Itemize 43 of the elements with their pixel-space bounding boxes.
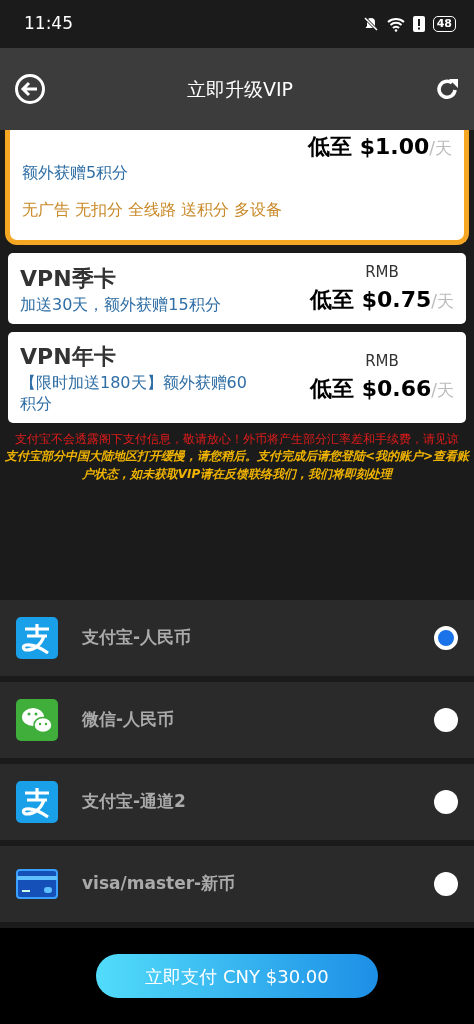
refresh-icon[interactable] xyxy=(434,76,460,102)
payment-option[interactable]: 支付宝-通道2 xyxy=(0,764,474,840)
plan-description: 加送30天，额外获赠15积分 xyxy=(20,294,221,316)
payment-option[interactable]: visa/master-新币 xyxy=(0,846,474,922)
radio-button[interactable] xyxy=(434,626,458,650)
radio-button[interactable] xyxy=(434,872,458,896)
payment-logo-icon xyxy=(16,781,58,823)
chat-bubbles-icon xyxy=(16,699,58,741)
credit-card-icon xyxy=(16,869,58,899)
payment-logo-icon xyxy=(16,617,58,659)
plan-price: 低至 $1.00 xyxy=(308,133,430,161)
radio-button[interactable] xyxy=(434,790,458,814)
page-title: 立即升级VIP xyxy=(186,76,294,102)
currency-label: RMB xyxy=(365,261,399,283)
plan-card[interactable]: VPN年卡 【限时加送180天】额外获赠60积分 RMB 低至 $0.66/天 xyxy=(8,332,466,423)
payment-option[interactable]: 支付宝-人民币 xyxy=(0,600,474,676)
plan-price: 低至 $0.75 xyxy=(310,286,432,315)
payment-label: 支付宝-通道2 xyxy=(82,790,187,814)
mute-icon xyxy=(362,16,379,32)
battery-level: 48 xyxy=(432,16,456,32)
back-icon[interactable] xyxy=(14,73,46,105)
payment-label: 微信-人民币 xyxy=(82,708,176,732)
status-time: 11:45 xyxy=(24,12,73,36)
plan-features: 无广告 无扣分 全线路 送积分 多设备 xyxy=(22,198,284,221)
payment-option[interactable]: 微信-人民币 xyxy=(0,682,474,758)
plan-price: 低至 $0.66 xyxy=(310,375,432,404)
plan-description: 额外获赠5积分 xyxy=(22,163,130,184)
notice-text: 支付宝部分中国大陆地区打开缓慢，请您稍后。支付完成后请您登陆<我的账户>查看账户状态，如未获取VIP请在反馈联络我们，我们将即刻处理 xyxy=(4,448,470,483)
plan-name: VPN季卡 xyxy=(20,264,117,293)
payment-label: 支付宝-人民币 xyxy=(82,626,193,650)
plan-description: 【限时加送180天】额外获赠60积分 xyxy=(20,373,248,415)
price-unit: /天 xyxy=(431,379,454,403)
radio-button[interactable] xyxy=(434,708,458,732)
price-unit: /天 xyxy=(431,290,454,314)
price-unit: /天 xyxy=(429,137,452,160)
currency-label: RMB xyxy=(365,350,399,372)
plan-card[interactable]: 额外获赠5积分 低至 $1.00/天 无广告 无扣分 全线路 送积分 多设备 xyxy=(5,130,469,245)
wifi-icon xyxy=(386,16,405,32)
plan-card[interactable]: VPN季卡 加送30天，额外获赠15积分 RMB 低至 $0.75/天 xyxy=(8,252,466,325)
payment-label: visa/master-新币 xyxy=(82,872,237,896)
alert-icon xyxy=(412,16,425,32)
notice-text: 支付宝不会透露阁下支付信息，敬请放心！外币将产生部分汇率差和手续费，请见谅 xyxy=(14,430,460,448)
plan-name: VPN年卡 xyxy=(20,343,117,372)
